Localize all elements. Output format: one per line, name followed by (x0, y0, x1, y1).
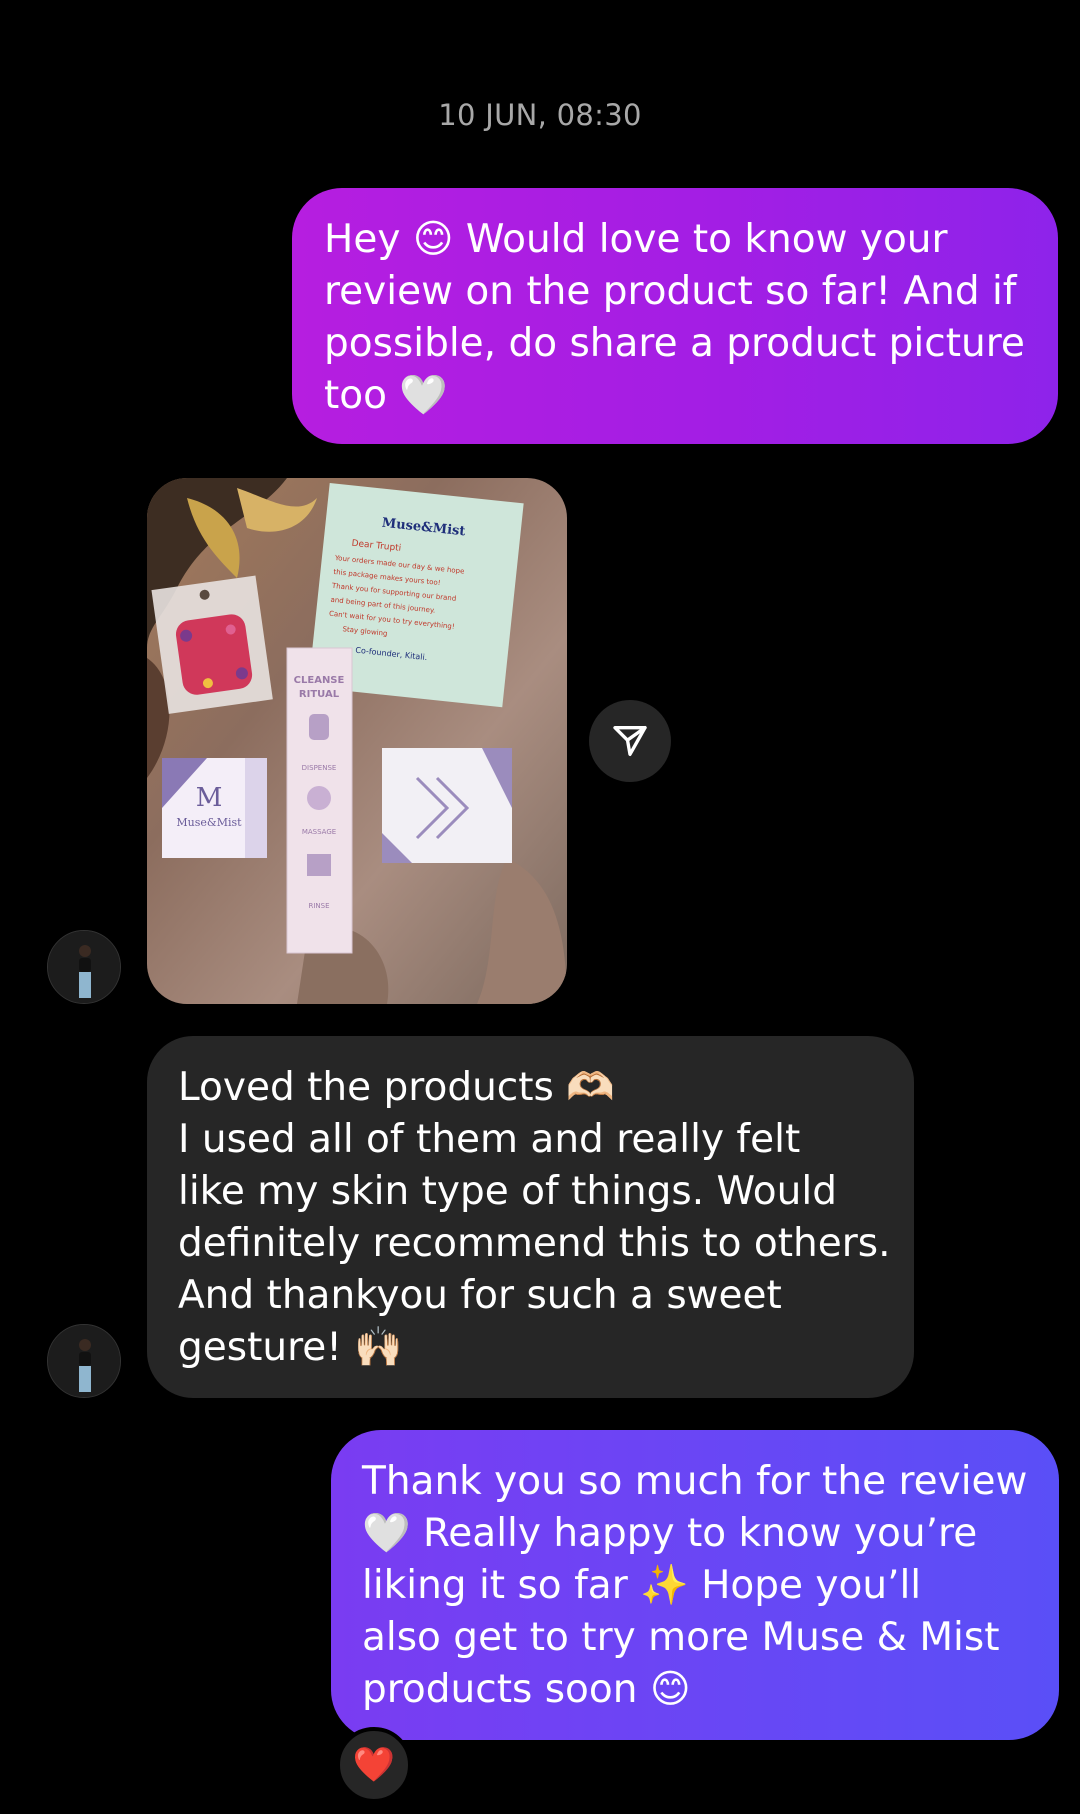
svg-text:CLEANSE: CLEANSE (294, 675, 345, 686)
timestamp: 10 JUN, 08:30 (438, 98, 642, 132)
heart-icon: ❤️ (352, 1745, 396, 1785)
svg-text:Muse&Mist: Muse&Mist (176, 816, 242, 829)
person-photo-icon (48, 931, 120, 1003)
person-photo-icon (48, 1325, 120, 1397)
svg-text:DISPENSE: DISPENSE (302, 764, 337, 772)
incoming-message-bubble[interactable]: Loved the products 🫶🏻 I used all of them… (147, 1036, 914, 1398)
svg-text:RITUAL: RITUAL (299, 689, 340, 700)
paper-plane-icon (613, 726, 647, 756)
shared-photo[interactable]: Muse&Mist Dear Trupti Your orders made o… (147, 478, 567, 1004)
svg-text:MASSAGE: MASSAGE (302, 828, 336, 836)
svg-text:RINSE: RINSE (308, 902, 329, 910)
heart-reaction[interactable]: ❤️ (336, 1727, 412, 1803)
contact-avatar[interactable] (47, 1324, 121, 1398)
share-button[interactable] (589, 700, 671, 782)
contact-avatar[interactable] (47, 930, 121, 1004)
outgoing-message-bubble[interactable]: Thank you so much for the review 🤍 Reall… (331, 1430, 1059, 1740)
svg-text:M: M (196, 783, 223, 813)
outgoing-message-bubble[interactable]: Hey 😊 Would love to know your review on … (292, 188, 1058, 444)
